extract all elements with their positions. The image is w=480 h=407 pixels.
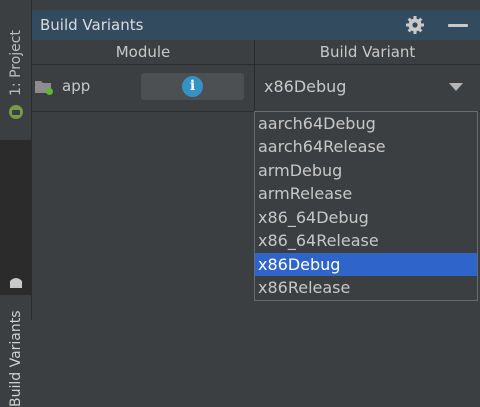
dropdown-option-x86release[interactable]: x86Release [255,276,477,299]
tool-window-strip: 1: Project Build Variants [0,0,32,407]
module-folder-icon [35,81,53,95]
build-variants-tool-tab[interactable]: Build Variants [0,140,31,407]
android-icon [10,278,22,288]
build-variant-column-header[interactable]: Build Variant [255,40,480,64]
module-info-button[interactable]: i [141,73,244,100]
build-variants-tab-label: Build Variants [8,310,24,407]
build-variant-dropdown: aarch64Debug aarch64Release armDebug arm… [254,111,478,301]
gear-icon[interactable] [405,15,425,35]
dropdown-option-x86debug[interactable]: x86Debug [255,253,477,276]
module-column-header[interactable]: Module [32,40,255,64]
dropdown-option-aarch64release[interactable]: aarch64Release [255,135,477,158]
dropdown-option-x86-64release[interactable]: x86_64Release [255,229,477,252]
dropdown-option-aarch64debug[interactable]: aarch64Debug [255,112,477,135]
info-icon: i [182,76,203,97]
dropdown-option-armdebug[interactable]: armDebug [255,159,477,182]
module-name: app [62,77,91,95]
build-variants-header: Build Variants [32,10,480,40]
panel-title: Build Variants [40,16,144,34]
android-icon [9,105,23,119]
chevron-down-icon[interactable] [449,83,463,91]
column-divider [254,64,255,111]
dropdown-option-armrelease[interactable]: armRelease [255,182,477,205]
project-tool-tab[interactable]: 1: Project [0,0,31,128]
minimize-icon[interactable] [448,24,468,27]
build-variant-combo-value[interactable]: x86Debug [264,77,346,96]
project-tab-label: 1: Project [8,30,24,96]
dropdown-option-x86-64debug[interactable]: x86_64Debug [255,206,477,229]
table-row [32,65,480,111]
